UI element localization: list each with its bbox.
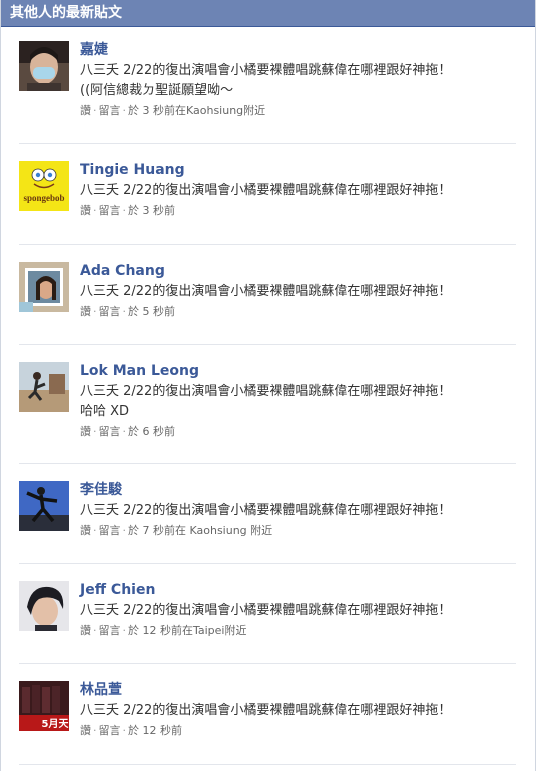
- panel-title: 其他人的最新貼文: [1, 0, 535, 27]
- avatar-portrait-photo-icon: [19, 581, 69, 631]
- post-message: 八三夭 2/22的復出演唱會小橘要裸體唱跳蘇偉在哪裡跟好神拖！: [80, 181, 516, 201]
- poster-name[interactable]: 林品萱: [80, 681, 516, 699]
- post-item: Jeff Chien 八三夭 2/22的復出演唱會小橘要裸體唱跳蘇偉在哪裡跟好神…: [19, 581, 516, 664]
- meta-separator: ·: [93, 305, 97, 318]
- post-timestamp: 於 3 秒前在Kaohsiung附近: [128, 104, 266, 117]
- comment-link[interactable]: 留言: [99, 305, 121, 318]
- post-meta: 讚 · 留言 · 於 3 秒前: [80, 203, 516, 219]
- meta-separator: ·: [122, 624, 127, 637]
- post-item: 5月天 林品萱 八三夭 2/22的復出演唱會小橘要裸體唱跳蘇偉在哪裡跟好神拖！ …: [19, 681, 516, 765]
- meta-separator: ·: [93, 624, 97, 637]
- avatar-caption: 5月天: [42, 718, 69, 730]
- post-message-line: 八三夭 2/22的復出演唱會小橘要裸體唱跳蘇偉在哪裡跟好神拖！: [80, 703, 452, 718]
- post-timestamp: 於 5 秒前: [128, 305, 175, 318]
- post-timestamp: 於 12 秒前: [128, 724, 182, 737]
- like-link[interactable]: 讚: [80, 104, 91, 117]
- post-item: 嘉婕 八三夭 2/22的復出演唱會小橘要裸體唱跳蘇偉在哪裡跟好神拖！ ((阿信總…: [19, 41, 516, 144]
- avatar-mask-photo-icon: [19, 41, 69, 91]
- post-message: 八三夭 2/22的復出演唱會小橘要裸體唱跳蘇偉在哪裡跟好神拖！: [80, 701, 516, 721]
- like-link[interactable]: 讚: [80, 624, 91, 637]
- post-message-line: 八三夭 2/22的復出演唱會小橘要裸體唱跳蘇偉在哪裡跟好神拖！: [80, 503, 452, 518]
- avatar[interactable]: spongebob: [19, 161, 69, 211]
- meta-separator: ·: [93, 425, 97, 438]
- post-message: 八三夭 2/22的復出演唱會小橘要裸體唱跳蘇偉在哪裡跟好神拖！ 哈哈 XD: [80, 382, 516, 422]
- post-timestamp: 於 7 秒前在 Kaohsiung 附近: [128, 524, 273, 537]
- post-message: 八三夭 2/22的復出演唱會小橘要裸體唱跳蘇偉在哪裡跟好神拖！ ((阿信總裁ㄉ聖…: [80, 61, 516, 101]
- post-meta: 讚 · 留言 · 於 12 秒前: [80, 723, 516, 739]
- recent-posts-panel: 其他人的最新貼文 嘉婕 八三夭 2/22的復出演唱會小橘要裸體唱跳蘇偉在哪裡跟好…: [0, 0, 536, 771]
- avatar[interactable]: [19, 481, 69, 531]
- poster-name[interactable]: 嘉婕: [80, 41, 516, 59]
- like-link[interactable]: 讚: [80, 305, 91, 318]
- post-meta: 讚 · 留言 · 於 12 秒前在Taipei附近: [80, 623, 516, 639]
- meta-separator: ·: [122, 724, 127, 737]
- poster-name[interactable]: Jeff Chien: [80, 581, 516, 599]
- post-meta: 讚 · 留言 · 於 6 秒前: [80, 424, 516, 440]
- post-message: 八三夭 2/22的復出演唱會小橘要裸體唱跳蘇偉在哪裡跟好神拖！: [80, 501, 516, 521]
- meta-separator: ·: [122, 425, 127, 438]
- avatar-martial-photo-icon: [19, 481, 69, 531]
- post-message-line: 八三夭 2/22的復出演唱會小橘要裸體唱跳蘇偉在哪裡跟好神拖！: [80, 183, 452, 198]
- comment-link[interactable]: 留言: [99, 425, 121, 438]
- avatar[interactable]: [19, 581, 69, 631]
- meta-separator: ·: [93, 524, 97, 537]
- poster-name[interactable]: Lok Man Leong: [80, 362, 516, 380]
- avatar[interactable]: [19, 262, 69, 312]
- post-meta: 讚 · 留言 · 於 7 秒前在 Kaohsiung 附近: [80, 523, 516, 539]
- post-meta: 讚 · 留言 · 於 5 秒前: [80, 304, 516, 320]
- comment-link[interactable]: 留言: [99, 204, 121, 217]
- post-message: 八三夭 2/22的復出演唱會小橘要裸體唱跳蘇偉在哪裡跟好神拖！: [80, 601, 516, 621]
- like-link[interactable]: 讚: [80, 204, 91, 217]
- comment-link[interactable]: 留言: [99, 104, 121, 117]
- post-message-line: 八三夭 2/22的復出演唱會小橘要裸體唱跳蘇偉在哪裡跟好神拖！: [80, 63, 452, 78]
- avatar-spongebob-icon: spongebob: [19, 161, 69, 211]
- avatar-band-poster-icon: 5月天: [19, 681, 69, 731]
- like-link[interactable]: 讚: [80, 724, 91, 737]
- post-message: 八三夭 2/22的復出演唱會小橘要裸體唱跳蘇偉在哪裡跟好神拖！: [80, 282, 516, 302]
- avatar-frame-photo-icon: [19, 262, 69, 312]
- poster-name[interactable]: 李佳駿: [80, 481, 516, 499]
- meta-separator: ·: [93, 104, 97, 117]
- post-item: Ada Chang 八三夭 2/22的復出演唱會小橘要裸體唱跳蘇偉在哪裡跟好神拖…: [19, 262, 516, 345]
- post-item: 李佳駿 八三夭 2/22的復出演唱會小橘要裸體唱跳蘇偉在哪裡跟好神拖！ 讚 · 留言…: [19, 481, 516, 564]
- poster-name[interactable]: Tingie Huang: [80, 161, 516, 179]
- like-link[interactable]: 讚: [80, 524, 91, 537]
- avatar[interactable]: 5月天: [19, 681, 69, 731]
- post-timestamp: 於 6 秒前: [128, 425, 175, 438]
- like-link[interactable]: 讚: [80, 425, 91, 438]
- post-message-line: ((阿信總裁ㄉ聖誕願望呦～: [80, 83, 234, 98]
- comment-link[interactable]: 留言: [99, 624, 121, 637]
- post-message-line: 八三夭 2/22的復出演唱會小橘要裸體唱跳蘇偉在哪裡跟好神拖！: [80, 384, 452, 399]
- meta-separator: ·: [93, 724, 97, 737]
- post-item: Lok Man Leong 八三夭 2/22的復出演唱會小橘要裸體唱跳蘇偉在哪裡…: [19, 362, 516, 464]
- post-timestamp: 於 3 秒前: [128, 204, 175, 217]
- avatar-jump-photo-icon: [19, 362, 69, 412]
- post-item: spongebob Tingie Huang 八三夭 2/22的復出演唱會小橘要…: [19, 161, 516, 245]
- poster-name[interactable]: Ada Chang: [80, 262, 516, 280]
- meta-separator: ·: [122, 524, 127, 537]
- comment-link[interactable]: 留言: [99, 524, 121, 537]
- meta-separator: ·: [122, 204, 127, 217]
- comment-link[interactable]: 留言: [99, 724, 121, 737]
- post-message-line: 八三夭 2/22的復出演唱會小橘要裸體唱跳蘇偉在哪裡跟好神拖！: [80, 603, 452, 618]
- avatar[interactable]: [19, 41, 69, 91]
- post-message-line: 八三夭 2/22的復出演唱會小橘要裸體唱跳蘇偉在哪裡跟好神拖！: [80, 284, 452, 299]
- post-timestamp: 於 12 秒前在Taipei附近: [128, 624, 247, 637]
- meta-separator: ·: [122, 104, 127, 117]
- post-message-line: 哈哈 XD: [80, 404, 130, 419]
- meta-separator: ·: [122, 305, 127, 318]
- post-meta: 讚 · 留言 · 於 3 秒前在Kaohsiung附近: [80, 103, 516, 119]
- avatar-caption: spongebob: [23, 193, 64, 203]
- meta-separator: ·: [93, 204, 97, 217]
- avatar[interactable]: [19, 362, 69, 412]
